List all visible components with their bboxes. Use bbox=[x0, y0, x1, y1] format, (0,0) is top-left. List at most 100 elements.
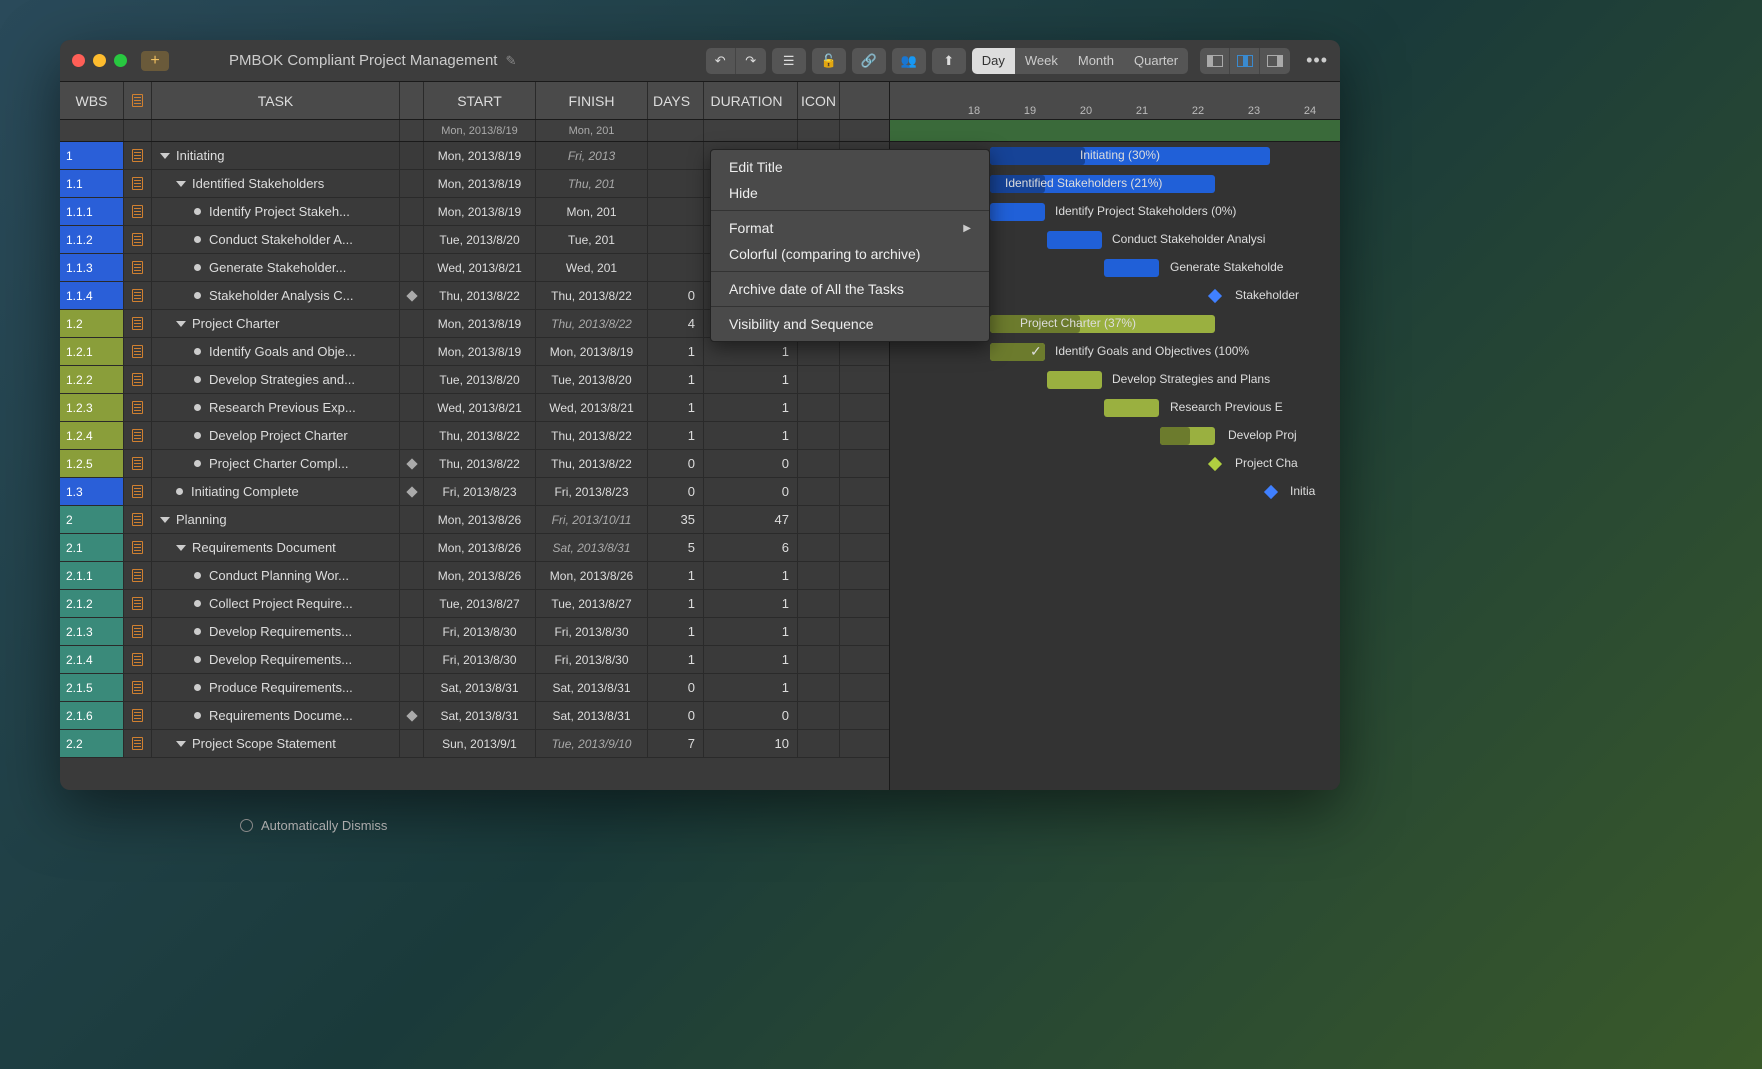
days-cell[interactable]: 4 bbox=[648, 310, 704, 337]
gantt-row[interactable]: Research Previous E bbox=[890, 394, 1340, 422]
finish-cell[interactable]: Thu, 201 bbox=[536, 170, 648, 197]
link-button[interactable]: 🔗 bbox=[852, 48, 886, 74]
days-cell[interactable]: 1 bbox=[648, 422, 704, 449]
start-cell[interactable]: Mon, 2013/8/19 bbox=[424, 170, 536, 197]
start-cell[interactable]: Tue, 2013/8/27 bbox=[424, 590, 536, 617]
task-name-cell[interactable]: Project Charter Compl... bbox=[152, 450, 400, 477]
finish-cell[interactable]: Wed, 2013/8/21 bbox=[536, 394, 648, 421]
align-button[interactable]: ☰ bbox=[772, 48, 806, 74]
start-cell[interactable]: Mon, 2013/8/19 bbox=[424, 310, 536, 337]
start-cell[interactable]: Sat, 2013/8/31 bbox=[424, 702, 536, 729]
gantt-row[interactable]: Develop Proj bbox=[890, 422, 1340, 450]
note-cell[interactable] bbox=[124, 394, 152, 421]
task-name-cell[interactable]: Develop Strategies and... bbox=[152, 366, 400, 393]
days-cell[interactable]: 35 bbox=[648, 506, 704, 533]
more-menu-icon[interactable]: ••• bbox=[1306, 50, 1328, 71]
task-row[interactable]: 1.2.5Project Charter Compl...Thu, 2013/8… bbox=[60, 450, 889, 478]
note-cell[interactable] bbox=[124, 618, 152, 645]
task-row[interactable]: 2.1.4Develop Requirements...Fri, 2013/8/… bbox=[60, 646, 889, 674]
start-cell[interactable]: Tue, 2013/8/20 bbox=[424, 366, 536, 393]
note-cell[interactable] bbox=[124, 226, 152, 253]
header-duration[interactable]: DURATION bbox=[704, 82, 798, 119]
finish-cell[interactable]: Thu, 2013/8/22 bbox=[536, 282, 648, 309]
menu-item[interactable]: Edit Title bbox=[711, 154, 989, 180]
task-name-cell[interactable]: Collect Project Require... bbox=[152, 590, 400, 617]
timescale-quarter[interactable]: Quarter bbox=[1124, 48, 1188, 74]
gantt-row[interactable]: Project Cha bbox=[890, 450, 1340, 478]
header-wbs[interactable]: WBS bbox=[60, 82, 124, 119]
milestone-diamond-icon[interactable] bbox=[1208, 457, 1222, 471]
start-cell[interactable]: Mon, 2013/8/26 bbox=[424, 534, 536, 561]
note-cell[interactable] bbox=[124, 338, 152, 365]
finish-cell[interactable]: Mon, 2013/8/26 bbox=[536, 562, 648, 589]
duration-cell[interactable]: 0 bbox=[704, 702, 798, 729]
note-cell[interactable] bbox=[124, 366, 152, 393]
days-cell[interactable]: 1 bbox=[648, 562, 704, 589]
note-cell[interactable] bbox=[124, 506, 152, 533]
note-cell[interactable] bbox=[124, 170, 152, 197]
days-cell[interactable] bbox=[648, 254, 704, 281]
finish-cell[interactable]: Thu, 2013/8/22 bbox=[536, 422, 648, 449]
task-row[interactable]: 1.3Initiating CompleteFri, 2013/8/23Fri,… bbox=[60, 478, 889, 506]
note-cell[interactable] bbox=[124, 674, 152, 701]
header-milestone[interactable] bbox=[400, 82, 424, 119]
task-name-cell[interactable]: Develop Requirements... bbox=[152, 646, 400, 673]
gantt-bar[interactable] bbox=[1047, 371, 1102, 389]
note-cell[interactable] bbox=[124, 422, 152, 449]
duration-cell[interactable]: 10 bbox=[704, 730, 798, 757]
finish-cell[interactable]: Wed, 201 bbox=[536, 254, 648, 281]
task-name-cell[interactable]: Conduct Planning Wor... bbox=[152, 562, 400, 589]
start-cell[interactable]: Mon, 2013/8/19 bbox=[424, 142, 536, 169]
finish-cell[interactable]: Fri, 2013 bbox=[536, 142, 648, 169]
days-cell[interactable]: 1 bbox=[648, 590, 704, 617]
gantt-bar[interactable] bbox=[1104, 399, 1159, 417]
note-cell[interactable] bbox=[124, 450, 152, 477]
task-name-cell[interactable]: Produce Requirements... bbox=[152, 674, 400, 701]
days-cell[interactable]: 1 bbox=[648, 618, 704, 645]
note-cell[interactable] bbox=[124, 562, 152, 589]
task-row[interactable]: 1.2.2Develop Strategies and...Tue, 2013/… bbox=[60, 366, 889, 394]
days-cell[interactable]: 0 bbox=[648, 478, 704, 505]
duration-cell[interactable]: 1 bbox=[704, 590, 798, 617]
finish-cell[interactable]: Thu, 2013/8/22 bbox=[536, 450, 648, 477]
duration-cell[interactable]: 1 bbox=[704, 674, 798, 701]
task-name-cell[interactable]: Project Charter bbox=[152, 310, 400, 337]
menu-item[interactable]: Hide bbox=[711, 180, 989, 206]
start-cell[interactable]: Fri, 2013/8/23 bbox=[424, 478, 536, 505]
finish-cell[interactable]: Fri, 2013/8/30 bbox=[536, 646, 648, 673]
note-cell[interactable] bbox=[124, 730, 152, 757]
task-row[interactable]: 2.1.1Conduct Planning Wor...Mon, 2013/8/… bbox=[60, 562, 889, 590]
finish-cell[interactable]: Fri, 2013/8/30 bbox=[536, 618, 648, 645]
note-cell[interactable] bbox=[124, 282, 152, 309]
add-tab-button[interactable]: + bbox=[141, 51, 169, 71]
finish-cell[interactable]: Fri, 2013/10/11 bbox=[536, 506, 648, 533]
task-name-cell[interactable]: Develop Project Charter bbox=[152, 422, 400, 449]
finish-cell[interactable]: Fri, 2013/8/23 bbox=[536, 478, 648, 505]
days-cell[interactable]: 7 bbox=[648, 730, 704, 757]
days-cell[interactable] bbox=[648, 198, 704, 225]
export-button[interactable]: ⬆ bbox=[932, 48, 966, 74]
start-cell[interactable]: Mon, 2013/8/19 bbox=[424, 338, 536, 365]
finish-cell[interactable]: Tue, 2013/8/20 bbox=[536, 366, 648, 393]
start-cell[interactable]: Fri, 2013/8/30 bbox=[424, 618, 536, 645]
days-cell[interactable]: 5 bbox=[648, 534, 704, 561]
gantt-bar[interactable] bbox=[990, 203, 1045, 221]
finish-cell[interactable]: Mon, 201 bbox=[536, 198, 648, 225]
days-cell[interactable] bbox=[648, 142, 704, 169]
task-row[interactable]: 2PlanningMon, 2013/8/26Fri, 2013/10/1135… bbox=[60, 506, 889, 534]
menu-item[interactable]: Colorful (comparing to archive) bbox=[711, 241, 989, 267]
note-cell[interactable] bbox=[124, 310, 152, 337]
edit-title-icon[interactable]: ✎ bbox=[505, 53, 516, 69]
start-cell[interactable]: Thu, 2013/8/22 bbox=[424, 422, 536, 449]
timescale-month[interactable]: Month bbox=[1068, 48, 1124, 74]
task-name-cell[interactable]: Requirements Document bbox=[152, 534, 400, 561]
duration-cell[interactable]: 1 bbox=[704, 366, 798, 393]
finish-cell[interactable]: Tue, 2013/8/27 bbox=[536, 590, 648, 617]
finish-cell[interactable]: Sat, 2013/8/31 bbox=[536, 702, 648, 729]
timescale-week[interactable]: Week bbox=[1015, 48, 1068, 74]
task-name-cell[interactable]: Stakeholder Analysis C... bbox=[152, 282, 400, 309]
start-cell[interactable]: Wed, 2013/8/21 bbox=[424, 254, 536, 281]
task-name-cell[interactable]: Initiating bbox=[152, 142, 400, 169]
days-cell[interactable]: 0 bbox=[648, 450, 704, 477]
duration-cell[interactable]: 1 bbox=[704, 646, 798, 673]
